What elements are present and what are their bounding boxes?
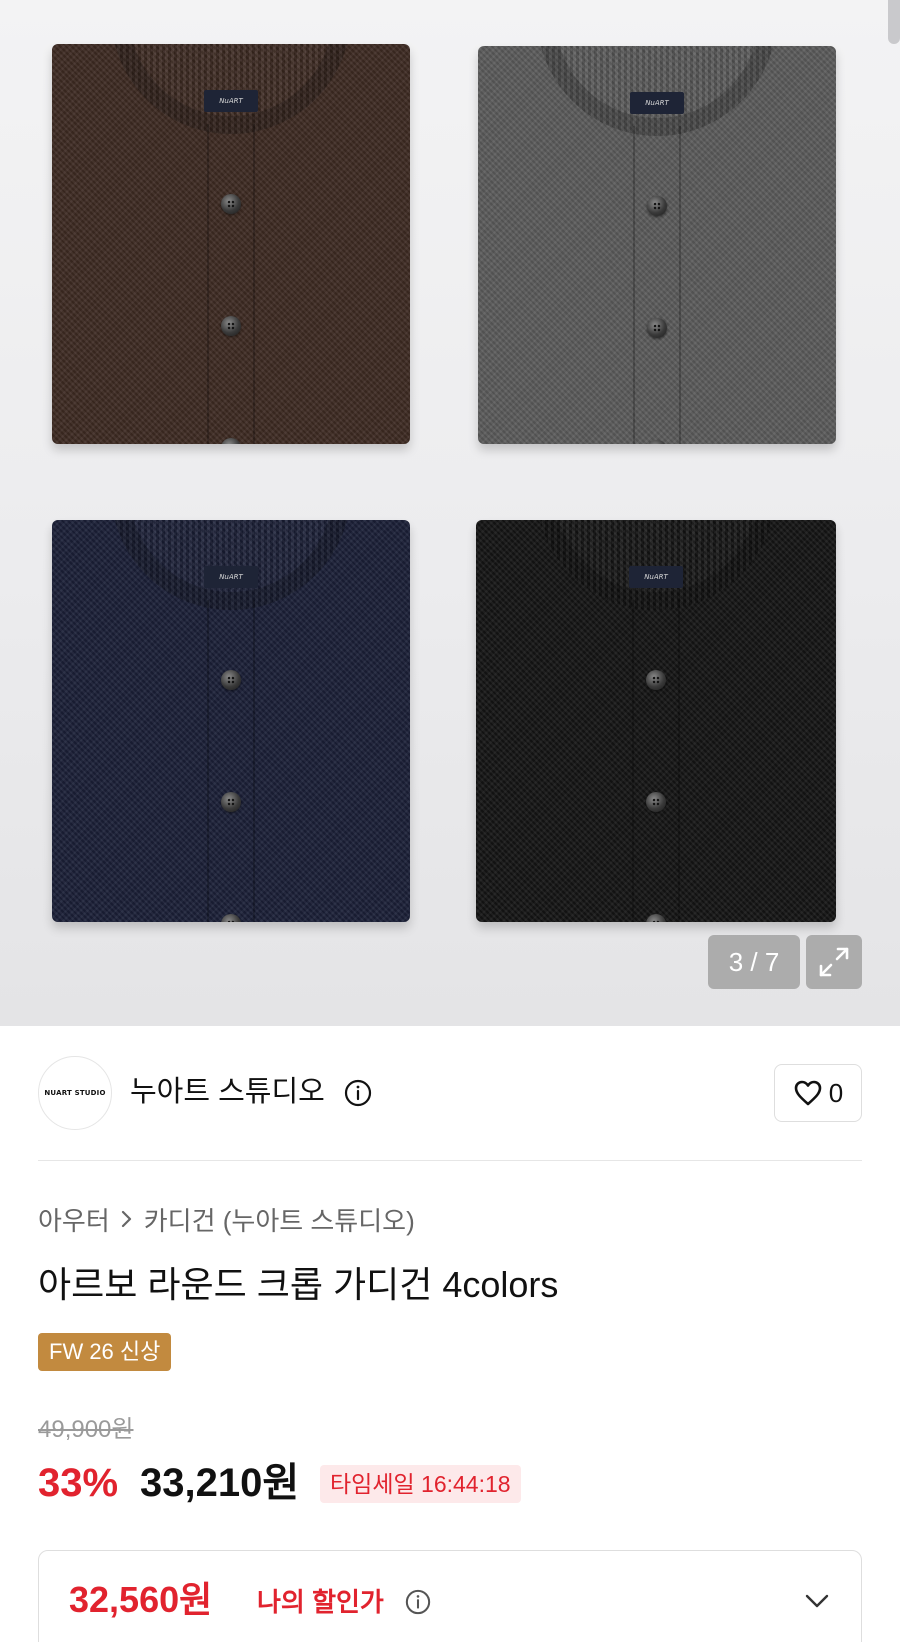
button-detail (646, 670, 666, 690)
button-detail (646, 792, 666, 812)
breadcrumb-item-subcategory[interactable]: 카디건 (누아트 스튜디오) (144, 1201, 415, 1238)
new-season-badge: FW 26 신상 (38, 1333, 172, 1371)
brand-logo[interactable]: NUART STUDIO (38, 1056, 112, 1130)
button-detail (221, 792, 241, 812)
info-icon[interactable] (405, 1589, 431, 1615)
cardigan-black-image: NuART (476, 520, 836, 922)
original-price: 49,900원 (38, 1416, 134, 1443)
breadcrumb-item-category[interactable]: 아우터 (38, 1201, 110, 1238)
cardigan-navy-image: NuART (52, 520, 410, 922)
expand-icon[interactable] (806, 935, 862, 989)
button-detail (647, 196, 667, 216)
brand-logo-text: NUART STUDIO (44, 1089, 106, 1097)
my-discount-price-panel[interactable]: 32,560원 나의 할인가 (38, 1550, 862, 1642)
like-count: 0 (828, 1077, 844, 1108)
like-button[interactable]: 0 (774, 1064, 862, 1122)
brand-tag: NuART (630, 92, 684, 114)
breadcrumb: 아우터 카디건 (누아트 스튜디오) (38, 1200, 415, 1238)
button-detail (221, 316, 241, 336)
heart-icon (794, 1080, 822, 1106)
product-title: 아르보 라운드 크롭 가디건 4colors (38, 1264, 559, 1305)
button-detail (221, 670, 241, 690)
my-discount-price: 32,560원 (69, 1579, 213, 1620)
button-detail (221, 194, 241, 214)
image-counter: 3 / 7 (708, 935, 800, 989)
cardigan-brown-image: NuART (52, 44, 410, 444)
chevron-right-icon (121, 1210, 131, 1228)
cardigan-grey-image: NuART (478, 46, 836, 444)
brand-name[interactable]: 누아트 스튜디오 (130, 1072, 325, 1112)
divider (38, 1160, 862, 1161)
info-icon[interactable] (344, 1079, 372, 1107)
sale-price: 33,210원 (140, 1461, 300, 1505)
my-discount-price-label: 나의 할인가 (257, 1587, 384, 1617)
brand-tag: NuART (204, 90, 258, 112)
discount-rate: 33% (38, 1461, 119, 1505)
product-image-gallery[interactable]: NuART NuART NuART NuART 3 / 7 (0, 0, 900, 1026)
button-detail (647, 318, 667, 338)
brand-tag: NuART (629, 566, 683, 588)
brand-tag: NuART (204, 566, 258, 588)
scrollbar[interactable] (888, 0, 900, 44)
time-sale-badge: 타임세일 16:44:18 (320, 1465, 521, 1503)
chevron-down-icon[interactable] (803, 1587, 831, 1615)
